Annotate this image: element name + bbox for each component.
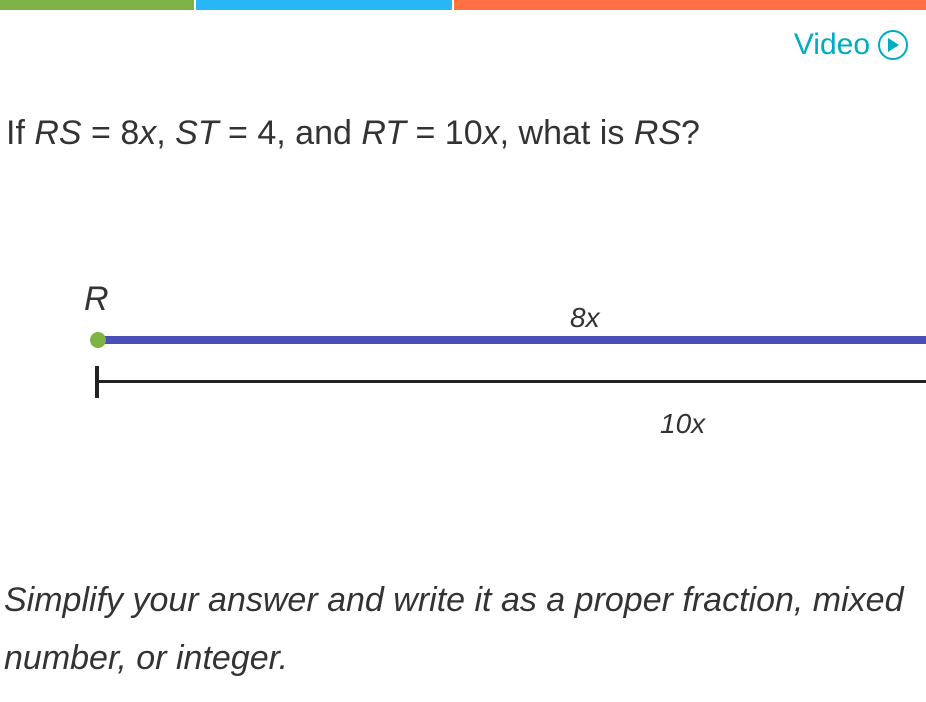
text: If	[6, 114, 34, 152]
progress-bar-orange	[454, 0, 926, 10]
var-RS: RS	[34, 114, 81, 152]
text: ?	[681, 114, 700, 152]
var-x: x	[483, 114, 500, 152]
progress-bar-green	[0, 0, 194, 10]
text: = 4, and	[219, 114, 362, 152]
measure-line-black	[96, 380, 926, 383]
var-RT: RT	[361, 114, 406, 152]
question-text: If RS = 8x, ST = 4, and RT = 10x, what i…	[6, 108, 906, 159]
progress-bar-blue	[194, 0, 453, 10]
point-R-dot	[90, 332, 106, 348]
text: ,	[156, 114, 175, 152]
var-ST: ST	[175, 114, 218, 152]
video-label: Video	[794, 28, 870, 62]
segment-diagram: R 8x 10x	[80, 280, 926, 460]
length-8x-label: 8x	[570, 302, 600, 334]
point-R-label: R	[84, 280, 109, 319]
segment-line-blue	[96, 336, 926, 344]
var-RS: RS	[634, 114, 681, 152]
length-10x-label: 10x	[660, 408, 705, 440]
progress-bars	[0, 0, 926, 10]
video-link[interactable]: Video	[794, 28, 908, 62]
play-icon	[878, 30, 908, 60]
text: = 8	[82, 114, 140, 152]
instruction-text: Simplify your answer and write it as a p…	[4, 572, 916, 688]
text: = 10	[406, 114, 483, 152]
var-x: x	[139, 114, 156, 152]
text: , what is	[500, 114, 634, 152]
